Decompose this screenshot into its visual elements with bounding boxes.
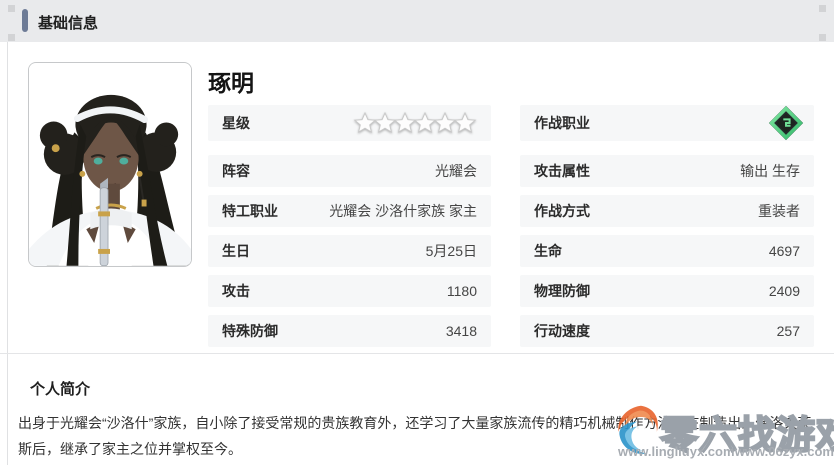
info-row-value: 3418 — [445, 323, 477, 339]
info-row-hp: 生命 4697 — [520, 235, 814, 267]
info-row-combat-style: 作战方式 重装者 — [520, 195, 814, 227]
section-divider — [0, 353, 834, 354]
character-portrait — [28, 62, 192, 267]
info-row-label: 生日 — [222, 243, 250, 259]
info-row-value: 257 — [776, 323, 800, 339]
resize-handle — [819, 5, 826, 12]
info-row-label: 特殊防御 — [222, 323, 278, 339]
info-row-attack: 攻击 1180 — [208, 275, 491, 307]
info-table-right: 作战职业 攻击属性 输出 生存 作战方式 重装者 生命 4697 物理防御 24… — [520, 105, 814, 355]
info-row-value: 光耀会 沙洛什家族 家主 — [329, 203, 477, 219]
basic-info-panel: 基础信息 琢明 星级 阵容 光耀会 特工职业 光耀会 沙洛什家族 家主 生日 5… — [0, 0, 834, 465]
info-row-faction: 阵容 光耀会 — [208, 155, 491, 187]
info-row-value: 输出 生存 — [740, 163, 800, 179]
info-row-value: 2409 — [768, 283, 800, 299]
info-row-move-speed: 行动速度 257 — [520, 315, 814, 347]
info-table-left: 星级 阵容 光耀会 特工职业 光耀会 沙洛什家族 家主 生日 5月25日 攻击 — [208, 105, 491, 355]
info-row-label: 阵容 — [222, 163, 250, 179]
profile-section-title: 个人简介 — [30, 381, 91, 398]
info-row-value: 4697 — [768, 243, 800, 259]
info-row-physical-defense: 物理防御 2409 — [520, 275, 814, 307]
info-row-label: 特工职业 — [222, 203, 278, 219]
info-row-label: 生命 — [534, 243, 562, 259]
info-row-value: 1180 — [446, 283, 477, 299]
info-row-agent-occupation: 特工职业 光耀会 沙洛什家族 家主 — [208, 195, 491, 227]
info-row-value: 重装者 — [758, 203, 800, 219]
info-row-label: 行动速度 — [534, 323, 590, 339]
info-row-label: 攻击属性 — [534, 163, 590, 179]
info-row-attack-attribute: 攻击属性 输出 生存 — [520, 155, 814, 187]
resize-handle — [8, 5, 15, 12]
info-row-label: 作战职业 — [534, 115, 590, 131]
info-row-star-rating: 星级 — [208, 105, 491, 141]
info-row-birthday: 生日 5月25日 — [208, 235, 491, 267]
section-accent-bar — [22, 9, 28, 32]
star-icon — [453, 111, 477, 134]
section-header: 基础信息 — [0, 0, 834, 42]
info-row-label: 物理防御 — [534, 283, 590, 299]
defender-diamond-icon — [768, 105, 804, 141]
resize-handle — [8, 34, 15, 41]
info-row-value: 5月25日 — [425, 243, 477, 259]
profile-text: 出身于光耀会“沙洛什”家族，自小除了接受常规的贵族教育外，还学习了大量家族流传的… — [18, 415, 812, 457]
info-row-label: 作战方式 — [534, 203, 590, 219]
info-row-label: 星级 — [222, 115, 250, 131]
info-row-special-defense: 特殊防御 3418 — [208, 315, 491, 347]
character-portrait-art — [29, 63, 191, 266]
resize-handle — [819, 34, 826, 41]
section-title: 基础信息 — [38, 15, 99, 32]
star-rating — [353, 111, 477, 135]
info-row-value: 光耀会 — [435, 163, 477, 179]
character-name: 琢明 — [208, 70, 254, 96]
page-left-border — [7, 42, 8, 465]
info-row-label: 攻击 — [222, 283, 250, 299]
info-row-combat-class: 作战职业 — [520, 105, 814, 141]
